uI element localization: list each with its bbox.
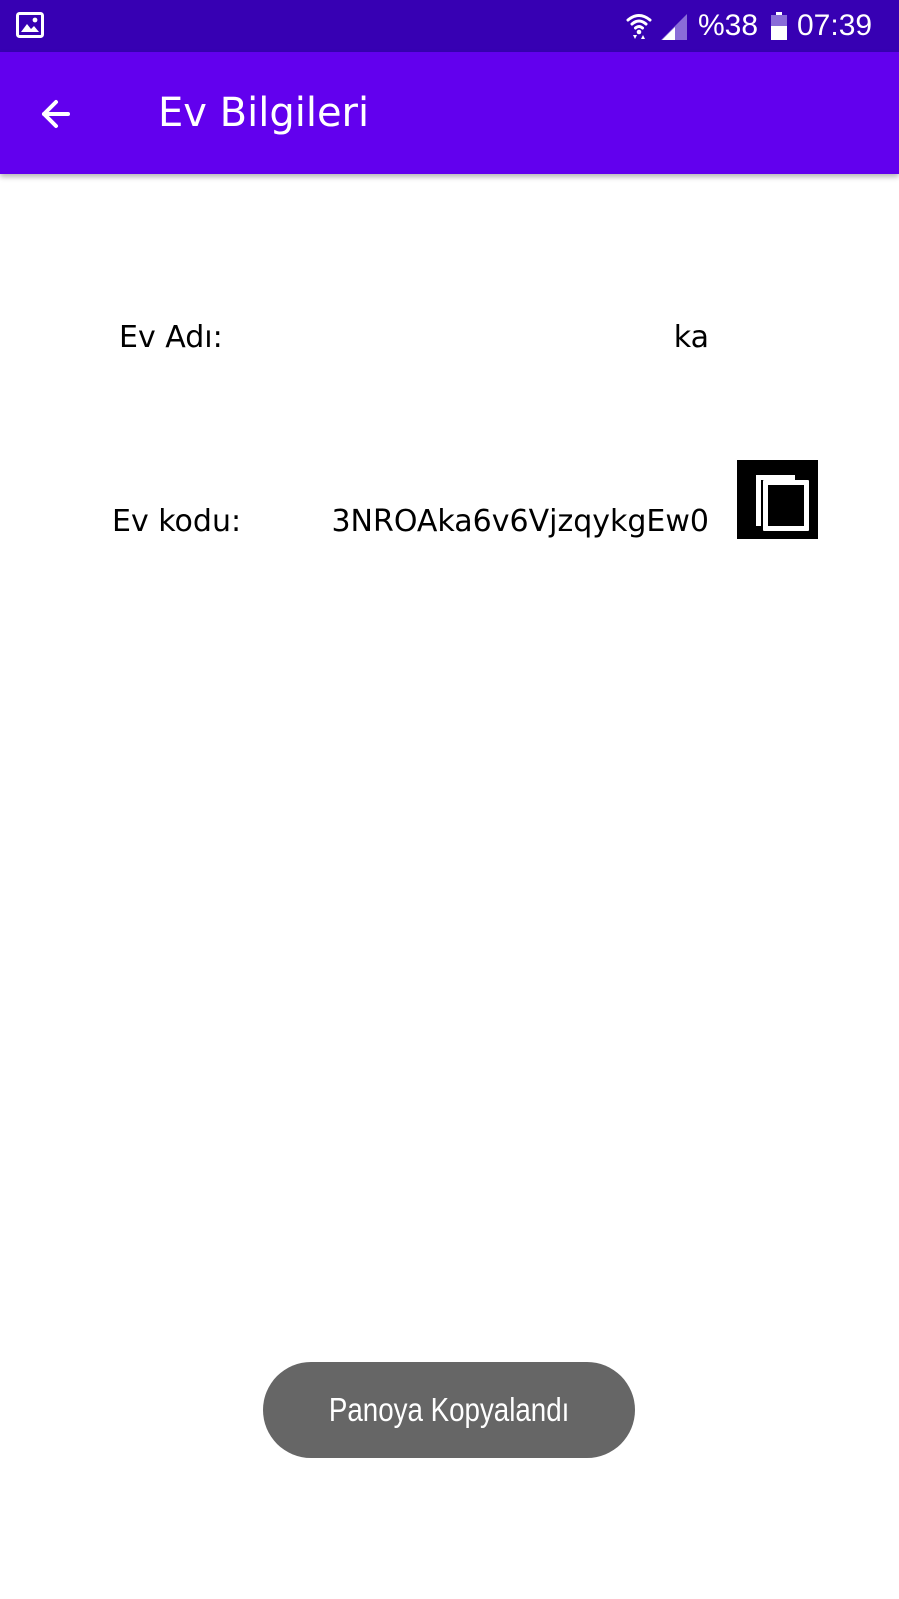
back-button[interactable] bbox=[28, 86, 84, 142]
app-bar: Ev Bilgileri bbox=[0, 52, 899, 174]
status-bar: %38 07:39 bbox=[0, 0, 899, 52]
signal-icon bbox=[661, 14, 687, 40]
wifi-icon bbox=[626, 14, 652, 39]
battery-icon bbox=[771, 12, 787, 40]
gallery-icon bbox=[16, 12, 44, 38]
home-code-value: 3NROAka6v6VjzqykgEw0 bbox=[331, 504, 709, 539]
copy-code-button[interactable] bbox=[737, 460, 818, 539]
home-code-label: Ev kodu: bbox=[112, 504, 242, 539]
toast-message: Panoya Kopyalandı bbox=[328, 1391, 570, 1428]
home-name-label: Ev Adı: bbox=[119, 320, 223, 355]
copied-toast: Panoya Kopyalandı bbox=[263, 1362, 635, 1458]
page-title: Ev Bilgileri bbox=[158, 90, 370, 136]
copy-icon bbox=[756, 475, 809, 531]
arrow-back-icon bbox=[42, 100, 70, 128]
home-name-value: ka bbox=[673, 320, 709, 355]
status-time: 07:39 bbox=[797, 9, 873, 42]
battery-percentage: %38 bbox=[698, 9, 759, 42]
